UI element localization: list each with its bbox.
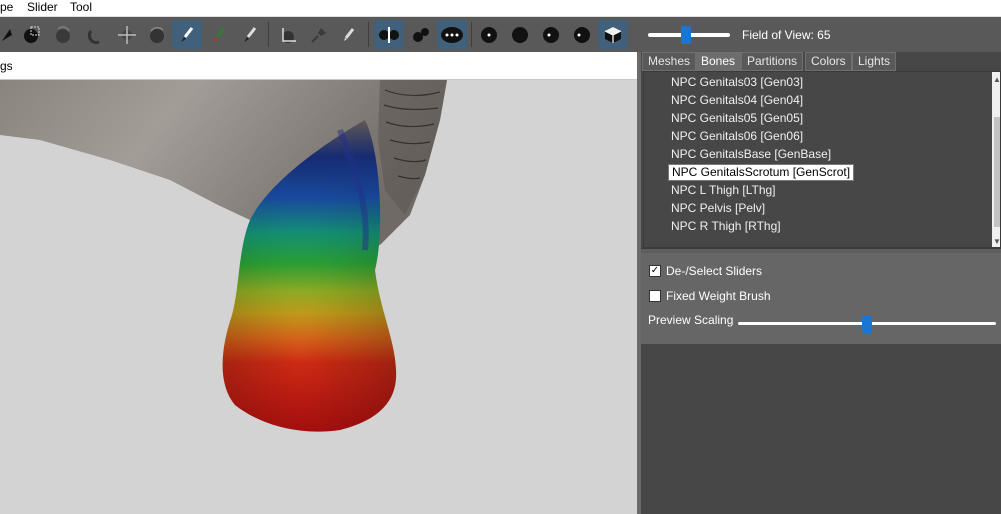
3d-viewport[interactable] [0, 80, 637, 514]
scroll-up-icon[interactable]: ▲ [992, 72, 1000, 86]
mesh-render [0, 80, 447, 432]
dots-icon[interactable] [437, 20, 467, 49]
sphere-shade-icon[interactable] [567, 20, 597, 49]
preview-scaling-label: Preview Scaling [648, 313, 734, 327]
pencil-icon[interactable] [334, 20, 364, 49]
fixed-weight-brush-label: Fixed Weight Brush [666, 289, 771, 303]
scroll-down-icon[interactable]: ▼ [992, 234, 1000, 247]
deselect-sliders-checkbox[interactable]: ✓ [649, 265, 661, 277]
menu-bar: pe Slider Tool [0, 0, 1001, 17]
vertices-icon[interactable] [406, 20, 436, 49]
weight-brush-icon[interactable] [204, 20, 234, 49]
lasso-select-icon[interactable] [48, 20, 78, 49]
menu-item-shape[interactable]: pe [0, 0, 13, 15]
brush-icon[interactable] [172, 20, 202, 49]
bone-item[interactable]: NPC L Thigh [LThg] [668, 182, 779, 199]
mirror-icon[interactable] [374, 20, 404, 49]
preview-scaling-handle[interactable] [862, 315, 872, 333]
bone-item[interactable]: NPC Genitals05 [Gen05] [668, 110, 806, 127]
fov-slider-handle[interactable] [681, 26, 691, 44]
bone-list-scrollbar[interactable]: ▲ ▼ [992, 72, 1000, 247]
circle-dot-icon[interactable] [474, 20, 504, 49]
transform-icon[interactable] [274, 20, 304, 49]
fixed-weight-brush-checkbox[interactable] [649, 290, 661, 302]
panel-tabs: Meshes Bones Partitions Colors Lights [641, 52, 1001, 71]
half-sphere-icon[interactable] [536, 20, 566, 49]
move-icon[interactable] [112, 20, 142, 49]
tab-lights[interactable]: Lights [852, 52, 897, 71]
tab-meshes[interactable]: Meshes [642, 52, 697, 71]
tab-partitions[interactable]: Partitions [741, 52, 804, 71]
bone-item[interactable]: NPC GenitalsBase [GenBase] [668, 146, 834, 163]
fixed-weight-brush-option[interactable]: Fixed Weight Brush [649, 288, 771, 304]
pin-icon[interactable] [304, 20, 334, 49]
black-sphere-icon[interactable] [505, 20, 535, 49]
menu-item-slider[interactable]: Slider [27, 0, 58, 15]
fov-label: Field of View: 65 [742, 28, 831, 42]
render-sphere-icon[interactable] [16, 20, 46, 49]
bone-item[interactable]: NPC R Thigh [RThg] [668, 218, 784, 235]
menu-item-tool[interactable]: Tool [70, 0, 92, 15]
toolbar [0, 17, 640, 52]
view-controls: Field of View: 65 [640, 17, 1001, 52]
tab-bones[interactable]: Bones [695, 52, 742, 71]
bone-item-selected[interactable]: NPC GenitalsScrotum [GenScrot] [668, 164, 855, 181]
bone-item[interactable]: NPC Pelvis [Pelv] [668, 200, 768, 217]
options-panel: ✓ De-/Select Sliders Fixed Weight Brush … [641, 253, 1001, 344]
viewport-header: gs [0, 52, 640, 80]
viewport-header-label: gs [0, 59, 13, 73]
bone-list: NPC Genitals03 [Gen03] NPC Genitals04 [G… [643, 71, 1001, 248]
bone-item[interactable]: NPC Genitals04 [Gen04] [668, 92, 806, 109]
cube-icon[interactable] [598, 20, 628, 49]
tab-colors[interactable]: Colors [805, 52, 852, 71]
bone-item[interactable]: NPC Genitals06 [Gen06] [668, 128, 806, 145]
side-panel: Meshes Bones Partitions Colors Lights NP… [641, 52, 1001, 514]
scroll-thumb[interactable] [994, 117, 1000, 227]
color-brush-icon[interactable] [235, 20, 265, 49]
deselect-sliders-label: De-/Select Sliders [666, 264, 763, 278]
bone-item[interactable]: NPC Genitals03 [Gen03] [668, 74, 806, 91]
rotate-icon[interactable] [142, 20, 172, 49]
deselect-sliders-option[interactable]: ✓ De-/Select Sliders [649, 263, 762, 279]
sphere-icon[interactable] [80, 20, 110, 49]
